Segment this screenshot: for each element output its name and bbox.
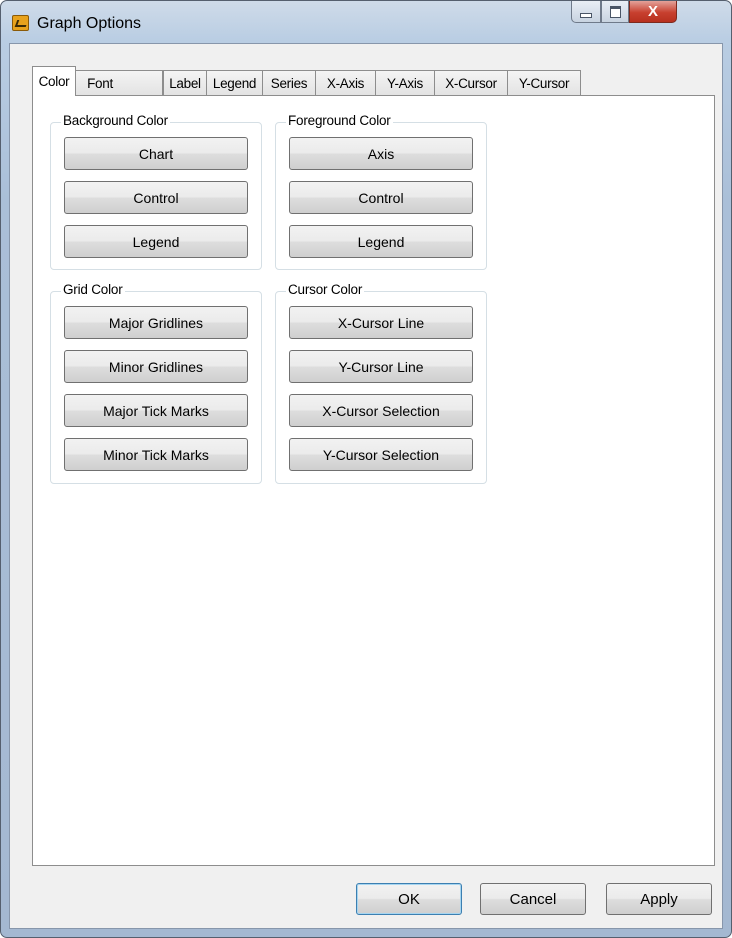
foreground-axis-button[interactable]: Axis: [289, 137, 473, 170]
foreground-legend-button[interactable]: Legend: [289, 225, 473, 258]
x-cursor-selection-button[interactable]: X-Cursor Selection: [289, 394, 473, 427]
tab-color[interactable]: Color: [32, 66, 76, 96]
x-cursor-line-button[interactable]: X-Cursor Line: [289, 306, 473, 339]
tab-legend[interactable]: Legend: [206, 70, 263, 95]
tab-font[interactable]: Font: [75, 70, 163, 95]
ok-button[interactable]: OK: [356, 883, 462, 915]
minor-gridlines-button[interactable]: Minor Gridlines: [64, 350, 248, 383]
apply-button[interactable]: Apply: [606, 883, 712, 915]
background-chart-button[interactable]: Chart: [64, 137, 248, 170]
major-gridlines-button[interactable]: Major Gridlines: [64, 306, 248, 339]
y-cursor-selection-button[interactable]: Y-Cursor Selection: [289, 438, 473, 471]
y-cursor-line-button[interactable]: Y-Cursor Line: [289, 350, 473, 383]
cursor-color-label: Cursor Color: [286, 282, 365, 297]
maximize-icon: [609, 5, 621, 18]
maximize-button[interactable]: [601, 1, 629, 23]
tab-y-cursor[interactable]: Y-Cursor: [507, 70, 581, 95]
background-control-button[interactable]: Control: [64, 181, 248, 214]
tab-y-axis[interactable]: Y-Axis: [375, 70, 435, 95]
foreground-color-label: Foreground Color: [286, 113, 393, 128]
app-icon: [12, 15, 29, 31]
graph-options-window: Graph Options X Color Font Label Legend …: [0, 0, 732, 938]
tab-label[interactable]: Label: [163, 70, 207, 95]
foreground-control-button[interactable]: Control: [289, 181, 473, 214]
dialog-client-area: Color Font Label Legend Series X-Axis Y-…: [9, 43, 723, 929]
tab-x-cursor[interactable]: X-Cursor: [434, 70, 508, 95]
grid-color-label: Grid Color: [61, 282, 125, 297]
cursor-color-group: Cursor Color X-Cursor Line Y-Cursor Line…: [275, 282, 487, 484]
cancel-button[interactable]: Cancel: [480, 883, 586, 915]
tab-series[interactable]: Series: [262, 70, 316, 95]
tab-font-label: Font: [87, 75, 113, 91]
minor-tick-marks-button[interactable]: Minor Tick Marks: [64, 438, 248, 471]
window-title: Graph Options: [37, 15, 142, 32]
grid-color-group: Grid Color Major Gridlines Minor Gridlin…: [50, 282, 262, 484]
tab-x-axis[interactable]: X-Axis: [315, 70, 376, 95]
tab-strip: Color Font Label Legend Series X-Axis Y-…: [10, 44, 722, 96]
title-bar[interactable]: Graph Options X: [1, 1, 731, 43]
major-tick-marks-button[interactable]: Major Tick Marks: [64, 394, 248, 427]
background-color-group: Background Color Chart Control Legend: [50, 113, 262, 270]
color-tab-panel: Background Color Chart Control Legend Fo…: [32, 95, 715, 866]
foreground-color-group: Foreground Color Axis Control Legend: [275, 113, 487, 270]
close-button[interactable]: X: [629, 1, 677, 23]
background-legend-button[interactable]: Legend: [64, 225, 248, 258]
background-color-label: Background Color: [61, 113, 170, 128]
minimize-button[interactable]: [571, 1, 601, 23]
close-icon: X: [647, 3, 658, 20]
minimize-icon: [580, 13, 592, 18]
